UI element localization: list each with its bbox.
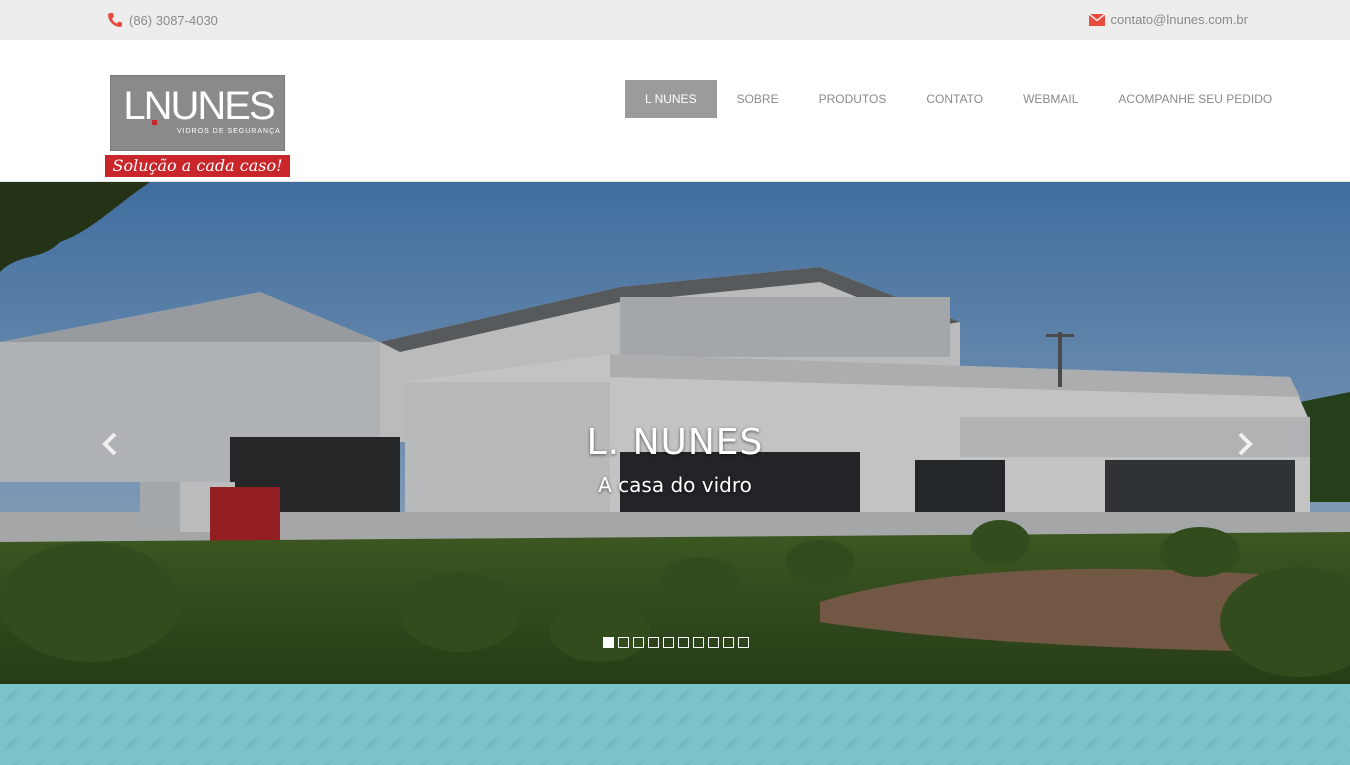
- envelope-icon: [1088, 13, 1105, 26]
- slide-caption: L. NUNES A casa do vidro: [0, 422, 1350, 497]
- slider-dot[interactable]: [708, 637, 719, 648]
- slider-dot[interactable]: [618, 637, 629, 648]
- nav-item-lnunes[interactable]: L NUNES: [625, 80, 717, 118]
- email-address: contato@lnunes.com.br: [1110, 12, 1249, 27]
- site-logo[interactable]: LNUNES VIDROS DE SEGURANÇA Solução a cad…: [105, 75, 290, 177]
- phone-number: (86) 3087-4030: [129, 12, 218, 28]
- slider-dot[interactable]: [678, 637, 689, 648]
- slider-dot[interactable]: [633, 637, 644, 648]
- logo-tagline: Solução a cada caso!: [105, 155, 290, 177]
- logo-plate: LNUNES VIDROS DE SEGURANÇA: [110, 75, 285, 151]
- nav-item-sobre[interactable]: SOBRE: [717, 80, 799, 118]
- nav-item-acompanhe-pedido[interactable]: ACOMPANHE SEU PEDIDO: [1098, 80, 1292, 118]
- nav-item-webmail[interactable]: WEBMAIL: [1003, 80, 1098, 118]
- slide-title: L. NUNES: [586, 422, 764, 463]
- nav-item-contato[interactable]: CONTATO: [906, 80, 1003, 118]
- top-bar: (86) 3087-4030 contato@lnunes.com.br: [0, 0, 1350, 40]
- phone-icon: [108, 13, 122, 27]
- hero-slider: L. NUNES A casa do vidro: [0, 182, 1350, 684]
- slider-dot[interactable]: [693, 637, 704, 648]
- slider-dot[interactable]: [648, 637, 659, 648]
- phone-contact[interactable]: (86) 3087-4030: [107, 12, 218, 28]
- content-band: [0, 684, 1350, 765]
- site-header: LNUNES VIDROS DE SEGURANÇA Solução a cad…: [0, 40, 1350, 182]
- nav-item-produtos[interactable]: PRODUTOS: [799, 80, 907, 118]
- logo-subtitle: VIDROS DE SEGURANÇA: [177, 128, 281, 135]
- slider-dot[interactable]: [723, 637, 734, 648]
- logo-word: LNUNES: [123, 84, 275, 128]
- slider-dot[interactable]: [603, 637, 614, 648]
- band-pattern: [0, 684, 1350, 765]
- email-contact[interactable]: contato@lnunes.com.br: [1088, 12, 1249, 27]
- slider-pagination: [603, 637, 753, 648]
- main-nav: L NUNES SOBRE PRODUTOS CONTATO WEBMAIL A…: [625, 80, 1292, 118]
- slider-dot[interactable]: [738, 637, 749, 648]
- slide-subtitle: A casa do vidro: [598, 473, 752, 497]
- logo-dot: [152, 120, 157, 125]
- slider-dot[interactable]: [663, 637, 674, 648]
